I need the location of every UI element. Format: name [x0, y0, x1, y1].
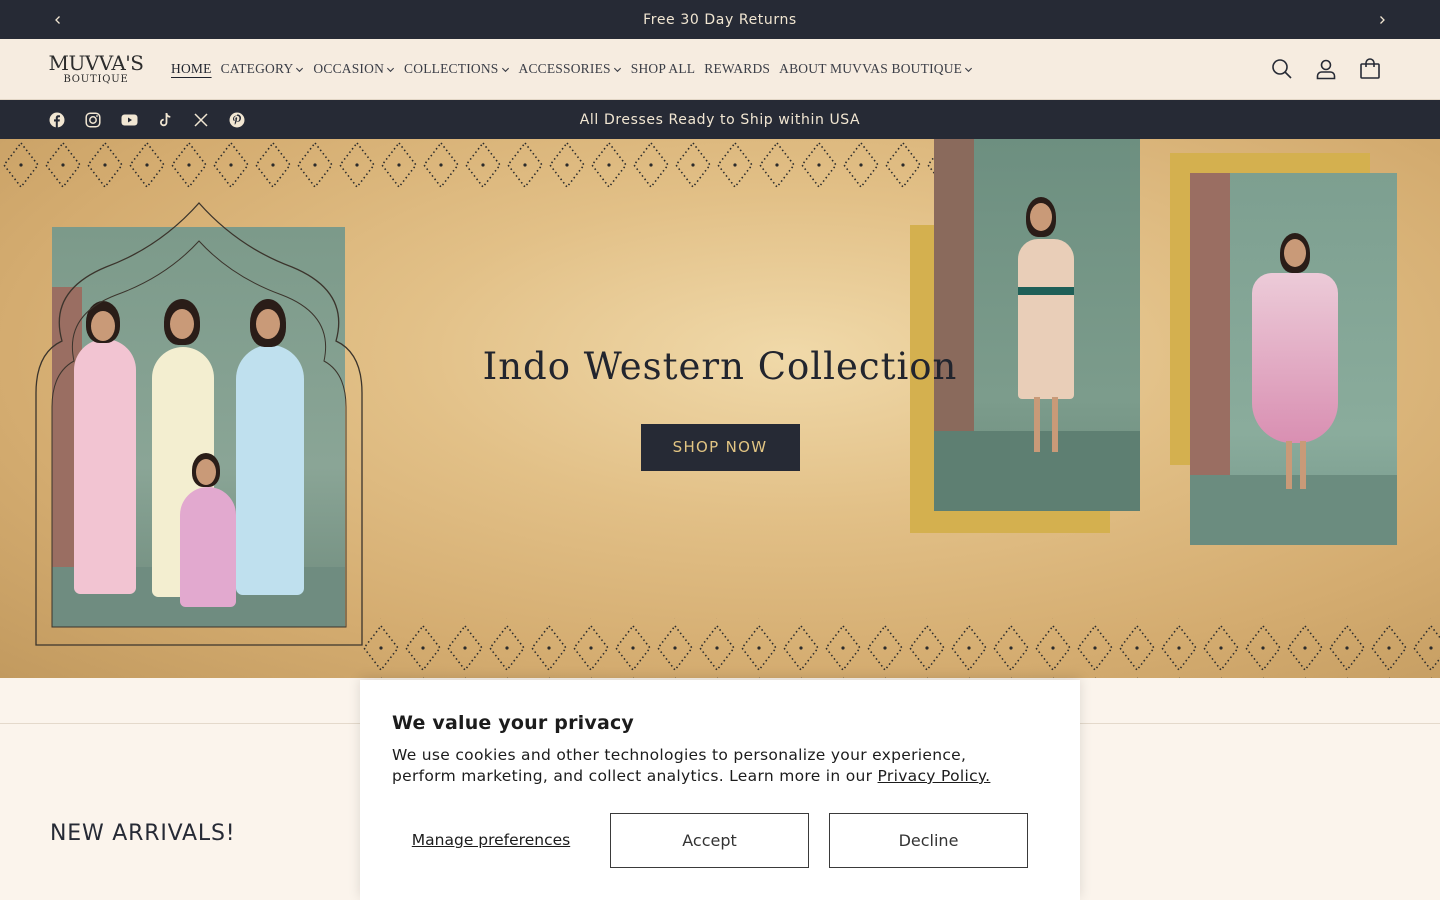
search-button[interactable] [1270, 57, 1294, 81]
account-button[interactable] [1314, 57, 1338, 81]
accept-button[interactable]: Accept [610, 813, 809, 868]
chevron-down-icon [296, 67, 304, 72]
chevron-left-icon [55, 15, 60, 24]
hero-content: Indo Western Collection SHOP NOW [0, 345, 1440, 471]
nav-item-label: HOME [171, 61, 212, 76]
decline-button[interactable]: Decline [829, 813, 1028, 868]
cart-icon [1360, 58, 1380, 79]
diamond-pattern-bottom [360, 618, 1440, 678]
nav-item-category[interactable]: CATEGORY [221, 61, 305, 77]
prev-announcement-button[interactable] [38, 0, 78, 39]
chevron-right-icon [1380, 15, 1385, 24]
hero-title: Indo Western Collection [482, 345, 958, 388]
logo-line1: MUVVA'S [48, 51, 145, 75]
facebook-link[interactable] [47, 110, 67, 130]
nav-item-label: SHOP ALL [630, 61, 696, 76]
nav-item-label: ABOUT MUVVAS BOUTIQUE [779, 61, 963, 76]
search-icon [1272, 59, 1292, 79]
consent-body: We use cookies and other technologies to… [392, 745, 1032, 787]
nav-item-shop-all[interactable]: SHOP ALL [631, 61, 696, 77]
announcement-bar: Free 30 Day Returns [0, 0, 1440, 39]
account-icon [1316, 59, 1336, 80]
nav-item-label: ACCESSORIES [518, 61, 611, 76]
nav-item-home[interactable]: HOME [171, 61, 212, 77]
section-title: NEW ARRIVALS! [50, 821, 236, 846]
youtube-link[interactable] [119, 110, 139, 130]
pinterest-icon [229, 112, 245, 127]
nav-item-label: COLLECTIONS [404, 61, 499, 76]
consent-title: We value your privacy [392, 712, 635, 734]
chevron-down-icon [387, 67, 395, 72]
instagram-link[interactable] [83, 110, 103, 130]
consent-actions: Manage preferences Accept Decline [392, 813, 1048, 868]
logo-line2: BOUTIQUE [63, 74, 129, 85]
nav-item-occasion[interactable]: OCCASION [313, 61, 395, 77]
facebook-icon [49, 112, 65, 127]
x-icon [194, 112, 208, 127]
tiktok-link[interactable] [155, 110, 175, 130]
shop-now-button[interactable]: SHOP NOW [640, 424, 800, 471]
nav-item-about-muvvas-boutique[interactable]: ABOUT MUVVAS BOUTIQUE [779, 61, 973, 77]
social-links [47, 110, 247, 130]
header-icons [1270, 57, 1382, 81]
nav-item-label: OCCASION [313, 61, 385, 76]
pinterest-link[interactable] [227, 110, 247, 130]
cookie-consent-banner: We value your privacy We use cookies and… [360, 680, 1080, 900]
manage-preferences-link[interactable]: Manage preferences [392, 831, 590, 850]
instagram-icon [85, 111, 101, 128]
diamond-pattern-top [0, 139, 940, 194]
privacy-policy-link[interactable]: Privacy Policy. [878, 767, 991, 785]
nav-item-label: REWARDS [704, 61, 771, 76]
nav-item-collections[interactable]: COLLECTIONS [404, 61, 509, 77]
nav-item-accessories[interactable]: ACCESSORIES [519, 61, 622, 77]
hero-banner[interactable]: Indo Western Collection SHOP NOW [0, 139, 1440, 678]
x-link[interactable] [191, 110, 211, 130]
tiktok-icon [160, 112, 171, 126]
site-header: MUVVA'S BOUTIQUE HOME CATEGORY OCCASION COL… [0, 39, 1440, 100]
nav-item-label: CATEGORY [220, 61, 294, 76]
chevron-down-icon [613, 67, 621, 72]
main-nav: HOME CATEGORY OCCASION COLLECTIONS ACCESSORI… [171, 61, 973, 77]
chevron-down-icon [501, 67, 509, 72]
social-bar: All Dresses Ready to Ship within USA [0, 100, 1440, 139]
chevron-down-icon [965, 67, 973, 72]
logo[interactable]: MUVVA'S BOUTIQUE [48, 48, 145, 90]
next-announcement-button[interactable] [1362, 0, 1402, 39]
cart-button[interactable] [1358, 57, 1382, 81]
nav-item-rewards[interactable]: REWARDS [704, 61, 770, 77]
youtube-icon [121, 114, 137, 125]
announcement-text: Free 30 Day Returns [643, 11, 797, 28]
